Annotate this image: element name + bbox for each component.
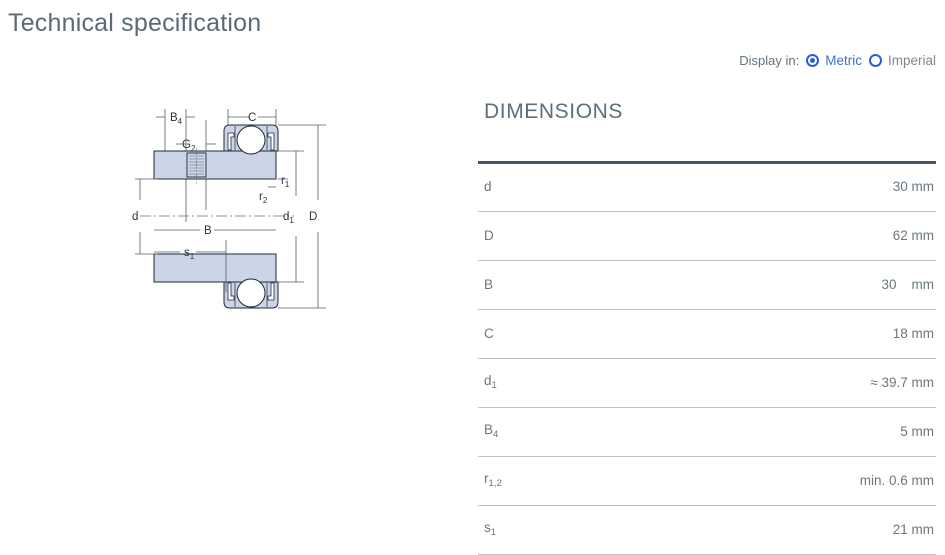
dimensions-table: d 30 mm D 62 mm B 30 mm C 18 mm d1 ≈ 39.7 mm B4 5 m…	[478, 161, 936, 555]
dimension-value: 18 mm	[587, 309, 936, 359]
drawing-label-b: B	[204, 225, 212, 237]
radio-label-imperial: Imperial	[887, 53, 936, 68]
dimension-symbol-subscript: 4	[493, 429, 499, 440]
dimension-value: 62 mm	[587, 211, 936, 261]
dimension-symbol: d	[478, 161, 588, 212]
radio-unselected-icon	[868, 54, 882, 67]
table-row: D 62 mm	[478, 211, 936, 261]
dimensions-heading: DIMENSIONS	[484, 100, 624, 123]
drawing-label-g2: G2	[182, 139, 196, 153]
drawing-label-d: d	[132, 211, 138, 223]
drawing-label-d1: d1	[283, 211, 294, 225]
radio-option-metric[interactable]: Metric	[806, 53, 862, 68]
drawing-label-r1: r1	[281, 175, 290, 189]
dimension-value: min. 0.6 mm	[587, 456, 936, 506]
drawing-label-b4: B4	[170, 112, 183, 126]
table-row: B4 5 mm	[478, 407, 936, 457]
drawing-label-r2: r2	[259, 191, 268, 205]
dimension-value: 30 mm	[587, 161, 936, 212]
drawing-label-c: C	[248, 112, 256, 124]
dimension-symbol: C	[478, 309, 588, 359]
dimension-value: 30 mm	[587, 260, 936, 310]
dimensions-panel: DIMENSIONS d 30 mm D 62 mm B 30 mm C 18 mm d1 ≈ 3…	[478, 100, 936, 555]
radio-option-imperial[interactable]: Imperial	[868, 53, 936, 68]
dimension-symbol: d1	[478, 358, 588, 408]
table-row: d 30 mm	[478, 161, 936, 212]
drawing-label-s1: s1	[184, 247, 195, 261]
bearing-cross-section-drawing: B4 G2 C B s1 d d1 D r1 r2	[118, 92, 348, 352]
dimension-symbol: r1,2	[478, 456, 588, 506]
dimension-value: 5 mm	[587, 407, 936, 457]
table-row: C 18 mm	[478, 309, 936, 359]
display-in-label: Display in:	[739, 53, 800, 68]
table-row: s1 21 mm	[478, 505, 936, 555]
table-row: d1 ≈ 39.7 mm	[478, 358, 936, 408]
dimension-symbol-subscript: 1,2	[488, 478, 503, 489]
dimension-symbol: B	[478, 260, 588, 310]
display-units-selector: Display in: Metric Imperial	[739, 53, 936, 68]
dimension-symbol-subscript: 1	[490, 527, 497, 538]
drawing-label-D: D	[309, 211, 317, 223]
dimension-symbol-subscript: 1	[491, 380, 497, 391]
dimension-symbol: B4	[478, 407, 588, 457]
page-title: Technical specification	[8, 9, 262, 37]
radio-selected-icon	[806, 54, 820, 67]
dimension-symbol: D	[478, 211, 588, 261]
table-row: B 30 mm	[478, 260, 936, 310]
radio-label-metric: Metric	[825, 53, 862, 68]
dimension-value: 21 mm	[587, 505, 936, 555]
table-row: r1,2 min. 0.6 mm	[478, 456, 936, 506]
dimension-symbol: s1	[478, 505, 588, 555]
dimension-value: ≈ 39.7 mm	[587, 358, 936, 408]
